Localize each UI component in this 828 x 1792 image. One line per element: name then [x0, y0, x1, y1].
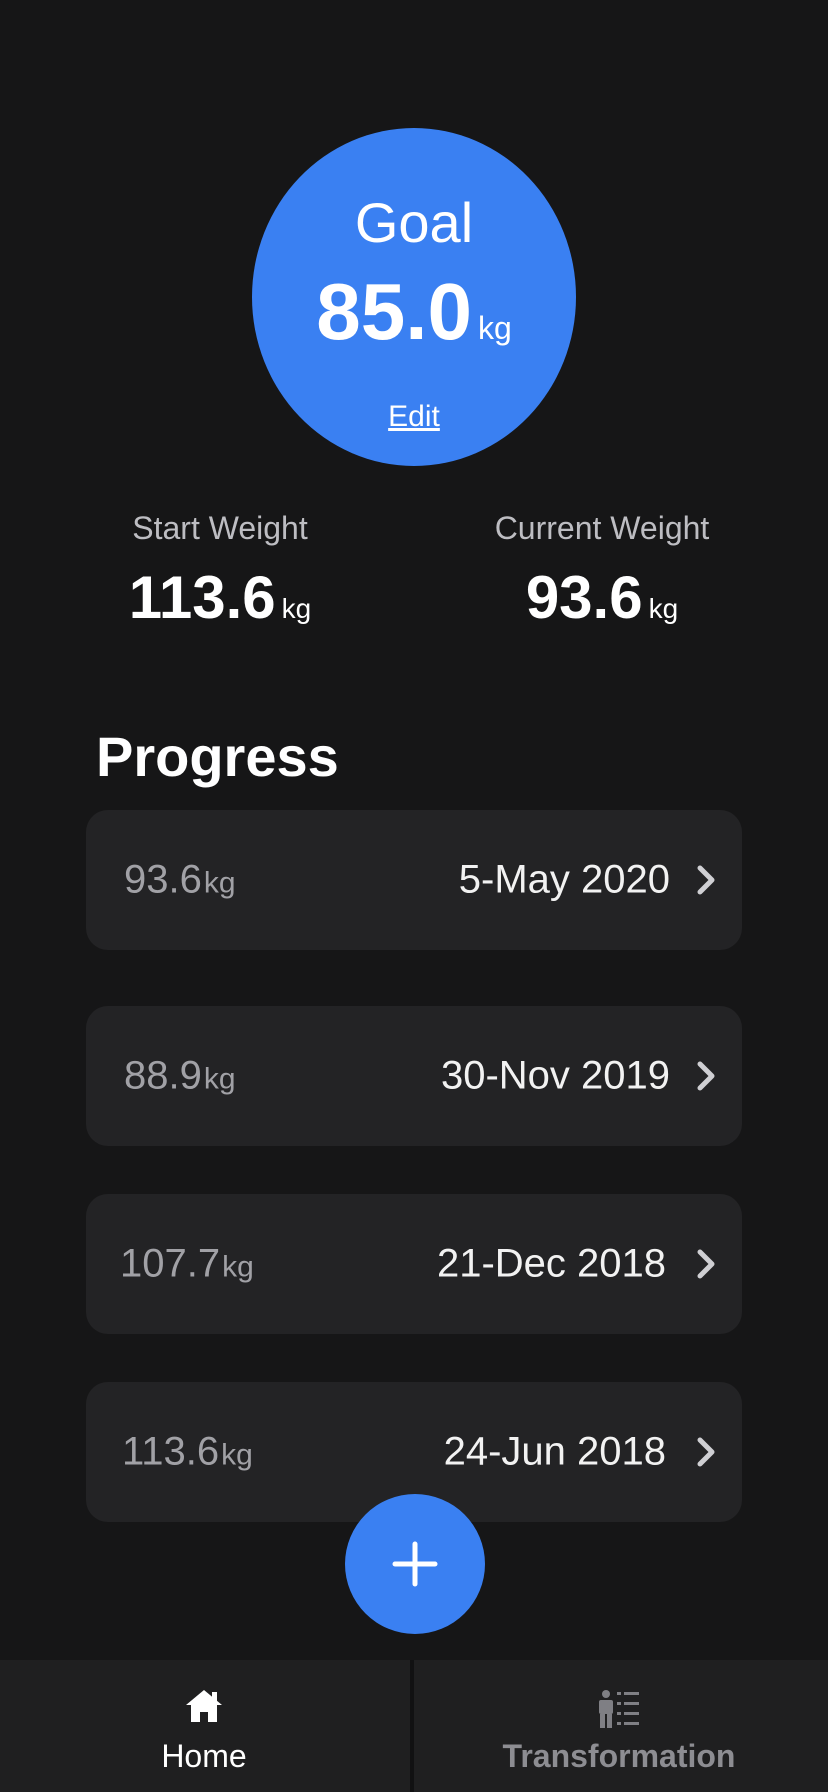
start-weight-stat: Start Weight 113.6 kg	[55, 510, 385, 632]
progress-entry[interactable]: 93.6kg 5-May 2020	[86, 810, 742, 950]
entry-date: 5-May 2020	[458, 857, 670, 902]
entry-weight-unit: kg	[203, 866, 236, 900]
plus-icon	[392, 1541, 438, 1587]
entry-date: 30-Nov 2019	[440, 1053, 670, 1098]
add-entry-button[interactable]	[345, 1494, 485, 1634]
entry-date: 24-Jun 2018	[443, 1429, 666, 1474]
entry-weight-value: 88.9	[124, 1053, 202, 1098]
chevron-right-icon	[697, 1437, 715, 1467]
goal-value-row: 85.0 kg	[252, 266, 576, 358]
entry-weight: 93.6kg	[124, 858, 236, 903]
edit-goal-link[interactable]: Edit	[252, 400, 576, 434]
goal-label: Goal	[354, 191, 474, 254]
entry-weight-unit: kg	[222, 1250, 254, 1284]
start-weight-label: Start Weight	[132, 510, 308, 546]
entry-weight-value: 107.7	[120, 1241, 221, 1286]
progress-title: Progress	[96, 725, 339, 788]
entry-weight-value: 113.6	[122, 1429, 220, 1474]
progress-entry[interactable]: 88.9kg 30-Nov 2019	[86, 1006, 742, 1146]
tab-home[interactable]: Home	[0, 1660, 410, 1792]
start-weight-value: 113.6	[128, 564, 276, 631]
entry-weight: 88.9kg	[124, 1054, 236, 1099]
current-weight-value: 93.6	[525, 564, 643, 631]
entry-weight: 107.7kg	[120, 1242, 254, 1287]
progress-entry[interactable]: 107.7kg 21-Dec 2018	[86, 1194, 742, 1334]
entry-date: 21-Dec 2018	[436, 1241, 666, 1286]
entry-weight-unit: kg	[221, 1438, 253, 1472]
home-icon	[186, 1690, 222, 1722]
goal-value: 85.0	[316, 267, 472, 356]
goal-unit: kg	[477, 310, 512, 346]
tab-home-label: Home	[161, 1738, 247, 1774]
transformation-icon	[599, 1690, 639, 1728]
chevron-right-icon	[697, 1061, 715, 1091]
start-weight-unit: kg	[281, 593, 312, 624]
start-weight-value-row: 113.6 kg	[55, 563, 385, 632]
entry-weight: 113.6kg	[122, 1430, 253, 1475]
current-weight-unit: kg	[648, 593, 679, 624]
tab-bar: Home Transformation	[0, 1660, 828, 1792]
current-weight-stat: Current Weight 93.6 kg	[437, 510, 767, 632]
tab-transformation[interactable]: Transformation	[414, 1660, 824, 1792]
current-weight-label: Current Weight	[494, 510, 710, 546]
tab-transformation-label: Transformation	[502, 1738, 736, 1774]
current-weight-value-row: 93.6 kg	[437, 563, 767, 632]
chevron-right-icon	[697, 865, 715, 895]
goal-circle: Goal 85.0 kg Edit	[252, 128, 576, 466]
entry-weight-unit: kg	[203, 1062, 236, 1096]
chevron-right-icon	[697, 1249, 715, 1279]
entry-weight-value: 93.6	[124, 857, 202, 902]
